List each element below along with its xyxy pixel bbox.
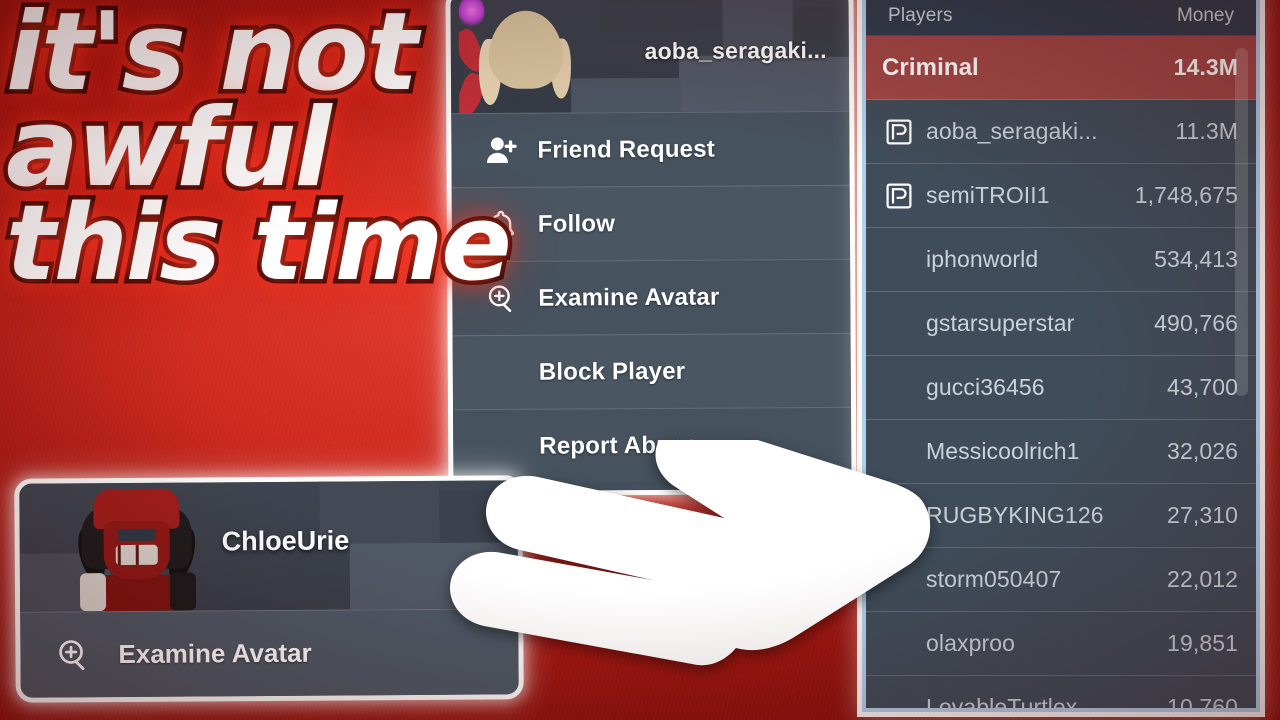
leaderboard-player-row[interactable]: LovableTurtlex 10,760: [866, 676, 1256, 708]
player-context-menu: aoba_seragaki... Friend Request Follow E…: [450, 0, 852, 492]
magnifier-plus-icon: [56, 637, 100, 673]
column-header-players: Players: [888, 4, 953, 26]
leaderboard-player-row[interactable]: gucci36456 43,700: [866, 356, 1256, 420]
leaderboard-player-money: 22,012: [1167, 566, 1238, 592]
menu-item-block-player[interactable]: Block Player: [452, 332, 852, 410]
leaderboard-player-row[interactable]: gstarsuperstar 490,766: [866, 292, 1256, 356]
leaderboard-player-name: gucci36456: [926, 374, 1045, 400]
leaderboard-player-name: gstarsuperstar: [926, 310, 1075, 336]
menu-item-report-abuse[interactable]: Report Abuse: [453, 406, 852, 484]
mini-panel-action-label: Examine Avatar: [118, 637, 312, 670]
leaderboard-player-money: 27,310: [1167, 502, 1238, 528]
leaderboard-player-money: 11.3M: [1175, 118, 1238, 144]
leaderboard-player-name: iphonworld: [926, 246, 1039, 272]
leaderboard-player-row[interactable]: olaxproo 19,851: [866, 612, 1256, 676]
leaderboard-player-row[interactable]: storm050407 22,012: [866, 548, 1256, 612]
leaderboard-player-money: 32,026: [1167, 438, 1238, 464]
leaderboard-header: Players Money: [866, 0, 1256, 36]
context-menu-list: Friend Request Follow Examine Avatar Blo…: [451, 110, 852, 484]
leaderboard-team-row[interactable]: Criminal 14.3M: [866, 36, 1256, 100]
leaderboard-player-row[interactable]: iphonworld 534,413: [866, 228, 1256, 292]
menu-item-label: Block Player: [538, 357, 686, 386]
leaderboard-player-money: 14.3M: [1173, 54, 1238, 80]
leaderboard-rows: Criminal 14.3M aoba_seragaki... 11.3M semiTR…: [866, 36, 1256, 708]
mini-panel-header: ChloeUrie: [19, 480, 519, 612]
leaderboard-player-money: 1,748,675: [1134, 182, 1238, 208]
roblox-premium-icon: [882, 183, 916, 209]
menu-item-label: Follow: [537, 209, 616, 238]
leaderboard-player-name: storm050407: [926, 566, 1062, 592]
leaderboard-player-name: olaxproo: [926, 630, 1016, 656]
leaderboard-player-money: 10,760: [1167, 694, 1238, 708]
menu-item-examine-avatar[interactable]: Examine Avatar: [452, 258, 851, 336]
mini-panel-player-name: ChloeUrie: [221, 525, 350, 557]
leaderboard-player-name: Criminal: [882, 53, 979, 81]
column-header-money: Money: [1176, 4, 1234, 26]
menu-item-label: Friend Request: [537, 135, 716, 164]
leaderboard-player-name: semiTROII1: [926, 182, 1050, 208]
examine-avatar-panel: ChloeUrie Examine Avatar: [19, 480, 519, 698]
leaderboard-player-row[interactable]: Messicoolrich1 32,026: [866, 420, 1256, 484]
mini-panel-examine-avatar-button[interactable]: Examine Avatar: [20, 608, 519, 698]
magnifier-plus-icon: [486, 282, 530, 314]
context-menu-player-name: aoba_seragaki...: [644, 36, 827, 65]
leaderboard-player-name: Messicoolrich1: [926, 438, 1080, 464]
leaderboard-player-money: 534,413: [1154, 246, 1238, 272]
leaderboard-player-row[interactable]: RUGBYKING126 27,310: [866, 484, 1256, 548]
leaderboard-player-name: LovableTurtlex: [926, 694, 1078, 708]
person-add-icon: [485, 135, 529, 165]
menu-item-label: Report Abuse: [539, 431, 699, 460]
leaderboard-player-row[interactable]: aoba_seragaki... 11.3M: [866, 100, 1256, 164]
leaderboard-player-money: 43,700: [1167, 374, 1238, 400]
menu-item-label: Examine Avatar: [538, 283, 720, 312]
leaderboard-player-name: aoba_seragaki...: [926, 118, 1098, 144]
leaderboard-player-row[interactable]: semiTROII1 1,748,675: [866, 164, 1256, 228]
leaderboard-player-money: 19,851: [1167, 630, 1238, 656]
player-leaderboard: Players Money Criminal 14.3M aoba_seragaki…: [866, 0, 1256, 708]
bell-icon: [486, 208, 530, 240]
roblox-premium-icon: [882, 119, 916, 145]
vertical-scrollbar[interactable]: [1235, 48, 1248, 396]
chloeurie-avatar: [73, 486, 200, 612]
menu-item-follow[interactable]: Follow: [451, 184, 851, 262]
leaderboard-player-name: RUGBYKING126: [926, 502, 1104, 528]
menu-item-friend-request[interactable]: Friend Request: [451, 110, 850, 188]
leaderboard-player-money: 490,766: [1154, 310, 1238, 336]
player-avatar-thumbnail: [458, 0, 587, 114]
context-menu-header: aoba_seragaki...: [450, 0, 850, 114]
